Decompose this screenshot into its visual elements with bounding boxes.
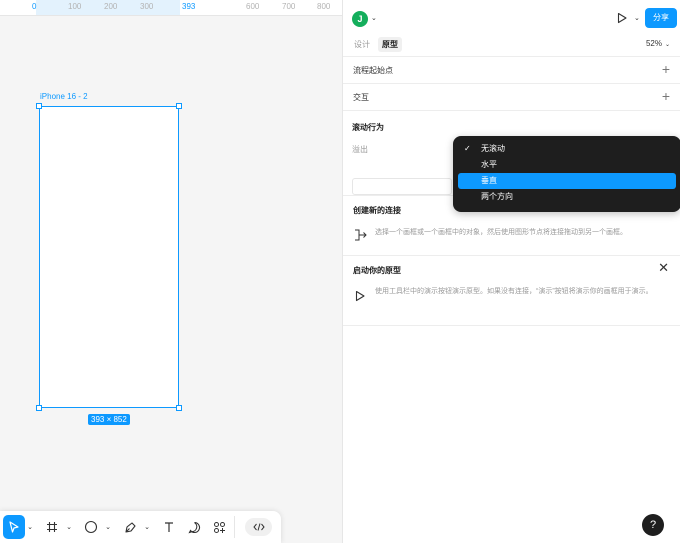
comment-icon: [187, 521, 200, 533]
ruler-tick: 0: [32, 2, 37, 11]
ruler-tick: 700: [282, 2, 296, 11]
zoom-level: 52%: [645, 39, 662, 48]
resize-handle-bottom-left[interactable]: [36, 405, 42, 411]
bottom-toolbar: ⌄ ⌄ ⌄ ⌄: [0, 511, 281, 543]
resize-handle-top-left[interactable]: [36, 103, 42, 109]
panel-divider: [343, 325, 680, 326]
chevron-down-icon[interactable]: ⌄: [104, 523, 112, 531]
comment-tool-button[interactable]: [182, 515, 206, 539]
frame-size-badge: 393 × 852: [88, 414, 130, 425]
code-icon: [252, 523, 265, 531]
dropdown-option-vertical[interactable]: 垂直: [458, 173, 676, 189]
add-interaction-icon[interactable]: +: [662, 89, 670, 103]
flow-start-label: 流程起始点: [353, 65, 393, 75]
option-label: 两个方向: [481, 192, 513, 201]
scroll-behavior-title: 滚动行为: [352, 123, 384, 132]
card-description: 使用工具栏中的演示按钮演示原型。如果没有连接，“演示”按钮将演示你的画框用于演示…: [375, 288, 653, 295]
ruler-tick: 200: [104, 2, 118, 11]
play-icon: [355, 290, 365, 302]
frame-name-label[interactable]: iPhone 16 - 2: [40, 92, 88, 101]
panel-header: J ⌄ ⌄ 分享: [343, 0, 680, 34]
frame-tool-button[interactable]: [40, 515, 64, 539]
ellipse-icon: [84, 520, 98, 534]
ruler-tick: 800: [317, 2, 331, 11]
card-title: 创建新的连接: [353, 206, 401, 215]
checkmark-icon: ✓: [464, 144, 471, 153]
toolbar-divider: [234, 516, 235, 538]
horizontal-ruler: 0 100 200 300 393 600 700 800: [0, 0, 342, 16]
chevron-down-icon[interactable]: ⌄: [143, 523, 151, 531]
ruler-tick: 300: [140, 2, 154, 11]
option-label: 水平: [481, 160, 497, 169]
dropdown-option-horizontal[interactable]: 水平: [458, 157, 676, 173]
tab-design[interactable]: 设计: [350, 37, 374, 52]
chevron-down-icon[interactable]: ⌄: [634, 14, 640, 22]
pen-tool-button[interactable]: [118, 515, 142, 539]
resize-handle-top-right[interactable]: [176, 103, 182, 109]
share-button[interactable]: 分享: [645, 8, 677, 28]
actions-icon: [213, 521, 225, 533]
tab-prototype[interactable]: 原型: [378, 37, 402, 52]
move-tool-button[interactable]: [3, 515, 25, 539]
chevron-down-icon: ⌄: [664, 42, 670, 48]
dropdown-option-no-scroll[interactable]: ✓ 无滚动: [458, 141, 676, 157]
chevron-down-icon[interactable]: ⌄: [26, 523, 34, 531]
ruler-tick: 600: [246, 2, 260, 11]
text-tool-button[interactable]: [157, 515, 181, 539]
dropdown-option-both[interactable]: 两个方向: [458, 189, 676, 205]
pen-icon: [124, 521, 136, 533]
panel-tabs: 设计 原型 52% ⌄: [343, 34, 680, 56]
cursor-icon: [9, 521, 19, 533]
actions-tool-button[interactable]: [207, 515, 231, 539]
properties-panel: J ⌄ ⌄ 分享 设计 原型 52% ⌄ 流程起始点 + 交互 + 创建新的连接 …: [342, 0, 680, 543]
overflow-dropdown-menu: ✓ 无滚动 水平 垂直 两个方向: [453, 136, 680, 212]
frame-icon: [47, 522, 57, 532]
connection-arrow-icon: [355, 229, 367, 241]
interactions-label: 交互: [353, 92, 369, 102]
help-button[interactable]: ?: [642, 514, 664, 536]
interactions-section: 交互 +: [343, 83, 680, 110]
overflow-label: 溢出: [352, 145, 368, 154]
dev-mode-toggle[interactable]: [245, 518, 272, 536]
option-label: 垂直: [481, 176, 497, 185]
present-button[interactable]: [616, 12, 628, 27]
flow-start-section: 流程起始点 +: [343, 56, 680, 83]
play-icon: [617, 12, 627, 24]
chevron-down-icon[interactable]: ⌄: [371, 14, 377, 22]
zoom-control[interactable]: 52% ⌄: [646, 39, 670, 48]
close-icon[interactable]: ✕: [658, 261, 669, 274]
shape-tool-button[interactable]: [79, 515, 103, 539]
ruler-tick: 393: [182, 2, 196, 11]
ruler-tick: 100: [68, 2, 82, 11]
design-canvas[interactable]: 0 100 200 300 393 600 700 800 iPhone 16 …: [0, 0, 342, 543]
card-title: 启动你的原型: [353, 266, 401, 275]
overflow-secondary-field[interactable]: [352, 178, 452, 195]
text-icon: [165, 522, 173, 532]
add-flow-start-icon[interactable]: +: [662, 62, 670, 76]
start-prototype-card: 启动你的原型 ✕ 使用工具栏中的演示按钮演示原型。如果没有连接，“演示”按钮将演…: [343, 255, 680, 325]
card-description: 选择一个画框或一个画框中的对象，然后使用图形节点将连接拖动到另一个画框。: [375, 229, 627, 236]
resize-handle-bottom-right[interactable]: [176, 405, 182, 411]
avatar[interactable]: J: [352, 11, 368, 27]
option-label: 无滚动: [481, 144, 505, 153]
iphone-frame[interactable]: [39, 106, 179, 408]
chevron-down-icon[interactable]: ⌄: [65, 523, 73, 531]
